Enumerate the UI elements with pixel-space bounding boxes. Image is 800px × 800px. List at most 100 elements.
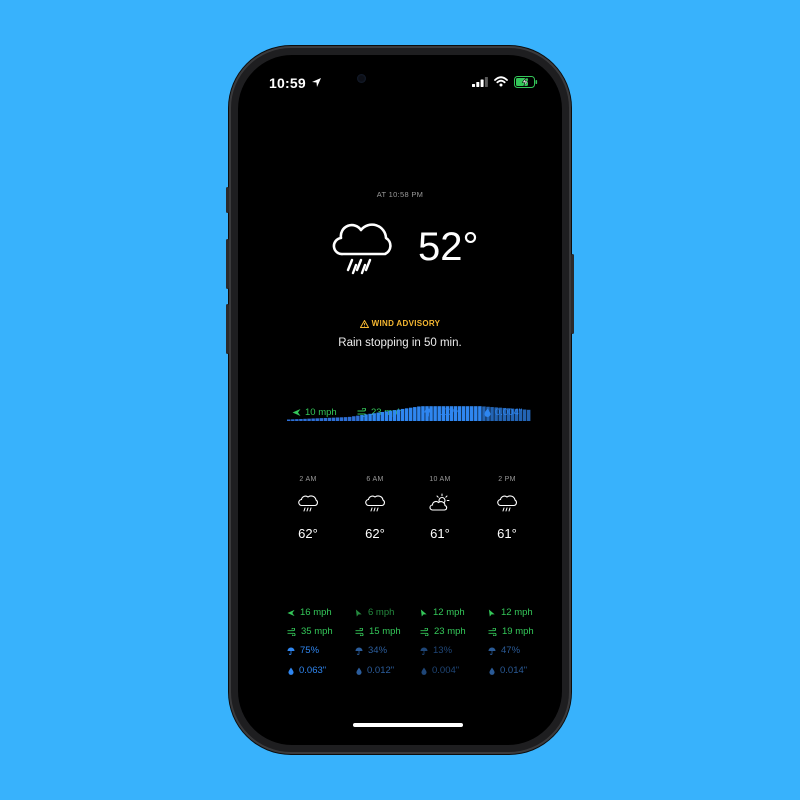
hour-precip-chance: 75% — [300, 645, 320, 656]
umbrella-icon — [355, 646, 363, 655]
precipitation-bar — [331, 417, 336, 421]
hour-label: 2 AM — [299, 476, 317, 483]
hour-gust-speed: 23 mph — [434, 626, 466, 637]
precipitation-bar — [413, 407, 417, 421]
hour-2-gust: 15 mph — [355, 626, 401, 637]
hour-temperature: 61° — [497, 526, 517, 541]
precipitation-bar — [433, 406, 437, 421]
hour-precip-chance: 13% — [433, 645, 453, 656]
partly-cloudy-icon — [429, 493, 450, 511]
hour-1-gust: 35 mph — [287, 626, 333, 637]
hour-label: 10 AM — [429, 476, 451, 483]
precipitation-bar — [368, 413, 372, 421]
precipitation-bar — [457, 406, 462, 421]
hourly-forecast-2[interactable]: 6 AM 62° — [340, 476, 410, 541]
advisory-label: WIND ADVISORY — [371, 319, 441, 328]
hour-precip-chance: 47% — [501, 645, 521, 656]
raindrop-icon — [421, 667, 427, 675]
precipitation-bar — [291, 419, 295, 421]
precipitation-bar — [392, 410, 397, 421]
umbrella-icon — [420, 646, 428, 655]
precipitation-bar — [506, 408, 511, 421]
screen: 10:59 AT 10:58 PM 52° WIND ADVISORY Rain… — [238, 55, 562, 745]
location-arrow-icon — [312, 78, 321, 87]
raindrop-icon — [288, 667, 294, 675]
hour-3-amount: 0.004" — [421, 665, 459, 676]
cellular-signal-icon — [472, 77, 488, 87]
status-time: 10:59 — [269, 75, 306, 91]
precipitation-bar — [494, 407, 498, 421]
hour-3-chance: 13% — [420, 645, 452, 656]
hourly-forecast-3[interactable]: 10 AM 61° — [405, 476, 475, 541]
precipitation-bar — [376, 412, 380, 421]
front-camera — [357, 74, 366, 83]
home-indicator[interactable] — [353, 723, 463, 727]
hourly-forecast-1[interactable]: 2 AM 62° — [273, 476, 343, 541]
precipitation-bar — [372, 413, 376, 421]
precipitation-bar — [461, 406, 466, 421]
umbrella-icon — [287, 646, 295, 655]
wind-direction-icon — [355, 608, 362, 617]
rain-summary: Rain stopping in 50 min. — [338, 337, 462, 349]
current-temperature: 52° — [418, 225, 479, 269]
precipitation-bar — [490, 407, 494, 421]
precipitation-bar — [502, 407, 506, 421]
precipitation-bar — [498, 407, 502, 421]
wifi-icon — [494, 76, 508, 87]
precipitation-bar — [319, 418, 323, 421]
hour-label: 6 AM — [366, 476, 384, 483]
hour-precip-amount: 0.014" — [500, 665, 528, 676]
wind-direction-icon — [420, 608, 427, 617]
wind-advisory[interactable]: WIND ADVISORY — [238, 319, 562, 328]
umbrella-icon — [488, 646, 496, 655]
hour-1-wind: 16 mph — [287, 607, 332, 618]
hour-precip-amount: 0.012" — [367, 665, 395, 676]
wind-direction-icon — [488, 608, 495, 617]
hour-3-wind: 12 mph — [420, 607, 465, 618]
precipitation-bar — [437, 406, 441, 421]
wind-gust-icon — [488, 627, 497, 636]
precipitation-bar — [303, 418, 307, 421]
hour-wind-speed: 16 mph — [300, 607, 332, 618]
precipitation-bar — [396, 409, 401, 421]
hourly-forecast-4[interactable]: 2 PM 61° — [472, 476, 542, 541]
precipitation-bar — [429, 406, 433, 421]
precipitation-bar — [526, 409, 531, 421]
precipitation-bar — [474, 406, 478, 421]
precipitation-bar — [380, 411, 384, 421]
hour-gust-speed: 35 mph — [301, 626, 333, 637]
hour-2-wind: 6 mph — [355, 607, 394, 618]
precipitation-bar — [384, 411, 389, 421]
precipitation-bar — [311, 418, 315, 421]
precipitation-bar — [360, 415, 364, 421]
hour-4-wind: 12 mph — [488, 607, 533, 618]
precipitation-bar — [295, 419, 299, 421]
hour-precip-chance: 34% — [368, 645, 388, 656]
hour-4-amount: 0.014" — [489, 665, 527, 676]
precipitation-bar — [327, 417, 332, 421]
precipitation-bar — [400, 408, 405, 421]
precipitation-bar — [404, 408, 409, 421]
cloud-rain-icon — [365, 495, 385, 512]
hour-temperature: 61° — [430, 526, 450, 541]
precipitation-bar — [518, 409, 523, 421]
warning-icon — [359, 319, 369, 328]
hour-wind-speed: 6 mph — [368, 607, 395, 618]
hour-2-amount: 0.012" — [356, 665, 394, 676]
hour-1-chance: 75% — [287, 645, 319, 656]
action-button — [226, 187, 229, 213]
wind-direction-icon — [287, 609, 295, 616]
wind-gust-icon — [355, 627, 364, 636]
power-button — [571, 254, 574, 334]
precipitation-bar — [417, 406, 421, 421]
precipitation-bar — [307, 418, 311, 421]
observation-time: AT 10:58 PM — [376, 190, 424, 199]
wind-gust-icon — [420, 627, 429, 636]
precipitation-bar — [445, 406, 450, 421]
hour-wind-speed: 12 mph — [501, 607, 533, 618]
battery-charging-icon — [514, 76, 538, 88]
precipitation-bar — [323, 417, 328, 421]
precipitation-bar — [343, 417, 348, 421]
precipitation-bar — [478, 406, 482, 421]
precipitation-bar — [470, 406, 474, 421]
